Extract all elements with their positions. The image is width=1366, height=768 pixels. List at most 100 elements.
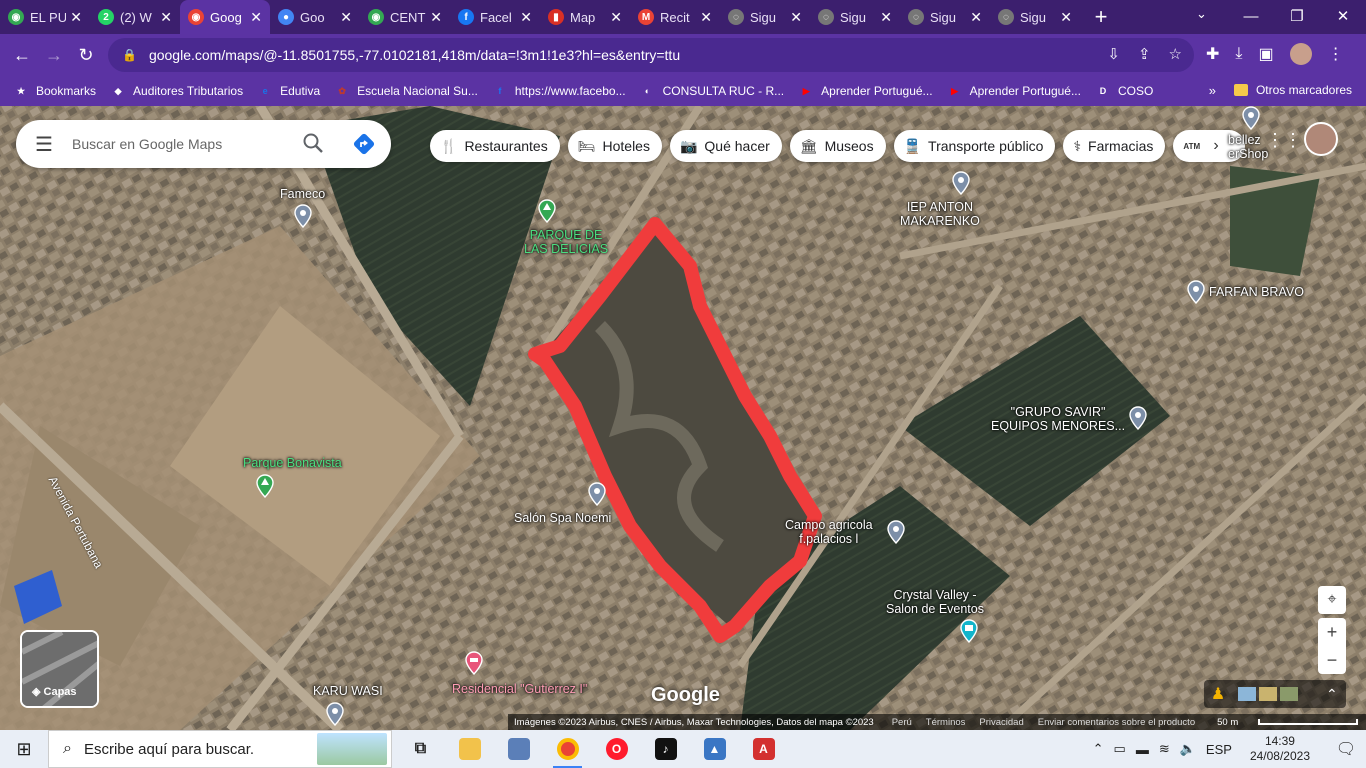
lock-icon[interactable]: 🔒 (122, 48, 137, 62)
tab-close-icon[interactable]: ✕ (70, 9, 82, 26)
bookmark-item[interactable]: ✿ Escuela Nacional Su... (335, 84, 478, 98)
meet-icon[interactable]: ▭ (1114, 741, 1126, 757)
place-pin-icon[interactable] (887, 520, 905, 544)
back-icon[interactable]: ← (6, 45, 38, 66)
battery-icon[interactable]: ▬ (1136, 742, 1149, 757)
place-pin-icon[interactable] (294, 204, 312, 228)
browser-tab[interactable]: ◌ Sigu ✕ (900, 0, 990, 34)
category-chip[interactable]: 🍴 Restaurantes (430, 130, 560, 162)
place-pin-icon[interactable] (1242, 106, 1260, 130)
imagery-thumb[interactable] (1259, 687, 1277, 701)
footer-link-terms[interactable]: Términos (926, 717, 966, 728)
tab-close-icon[interactable]: ✕ (250, 9, 262, 26)
directions-icon[interactable] (352, 132, 376, 156)
map-canvas[interactable]: ☰ 🍴 Restaurantes 🛏 Hoteles 📷 Qué hacer 🏛 Museos… (0, 106, 1366, 730)
browser-tab[interactable]: ◉ EL PU ✕ (0, 0, 90, 34)
bookmark-item[interactable]: D COSO (1096, 84, 1154, 98)
bookmark-star-icon[interactable]: ☆ (1169, 45, 1182, 63)
google-apps-icon[interactable]: ⋮⋮ (1266, 130, 1302, 151)
browser-tab[interactable]: ◌ Sigu ✕ (810, 0, 900, 34)
volume-icon[interactable]: 🔈 (1180, 741, 1196, 757)
address-bar[interactable]: 🔒 google.com/maps/@-11.8501755,-77.01021… (108, 38, 1194, 72)
event-venue-pin-icon[interactable] (960, 619, 978, 643)
maps-search-input[interactable] (72, 136, 292, 152)
bookmark-item[interactable]: ▶ Aprender Portugué... (948, 84, 1081, 98)
park-pin-icon[interactable] (256, 474, 274, 498)
place-pin-icon[interactable] (952, 171, 970, 195)
search-icon[interactable] (302, 132, 324, 154)
place-label[interactable]: KARU WASI (313, 684, 383, 698)
place-label[interactable]: IEP ANTON MAKARENKO (900, 200, 980, 228)
tab-close-icon[interactable]: ✕ (1060, 9, 1072, 26)
tab-close-icon[interactable]: ✕ (790, 9, 802, 26)
browser-tab[interactable]: ◉ Goog ✕ (180, 0, 270, 34)
wifi-icon[interactable]: ≋ (1159, 741, 1170, 757)
browser-tab[interactable]: ◌ Sigu ✕ (990, 0, 1080, 34)
share-icon[interactable]: ⇪ (1138, 45, 1151, 63)
tab-close-icon[interactable]: ✕ (880, 9, 892, 26)
category-chip[interactable]: ⚕ Farmacias (1063, 130, 1166, 162)
layers-button[interactable]: ◈ Capas (20, 630, 99, 708)
browser-tab[interactable]: ● Goo ✕ (270, 0, 360, 34)
category-chip[interactable]: 🚆 Transporte público (893, 130, 1056, 162)
tab-close-icon[interactable]: ✕ (520, 9, 532, 26)
bookmarks-overflow-icon[interactable]: » (1209, 83, 1216, 98)
restore-icon[interactable]: ❐ (1274, 0, 1320, 34)
tab-search-icon[interactable]: ⌄ (1196, 6, 1207, 22)
place-label[interactable]: bellez erShop (1228, 133, 1268, 161)
tray-chevron-icon[interactable]: ⌃ (1093, 741, 1104, 757)
park-pin-icon[interactable] (538, 199, 556, 223)
profile-avatar[interactable] (1289, 43, 1312, 65)
menu-kebab-icon[interactable]: ⋮ (1328, 44, 1344, 64)
chrome-icon[interactable] (543, 730, 592, 768)
side-panel-icon[interactable]: ▣ (1258, 44, 1273, 64)
lodging-pin-icon[interactable] (465, 651, 483, 675)
place-pin-icon[interactable] (588, 482, 606, 506)
minimize-icon[interactable]: — (1228, 0, 1274, 34)
place-label[interactable]: FARFAN BRAVO (1209, 285, 1304, 299)
place-pin-icon[interactable] (326, 702, 344, 726)
place-label[interactable]: Fameco (280, 187, 325, 201)
place-pin-icon[interactable] (1187, 280, 1205, 304)
hamburger-menu-icon[interactable]: ☰ (16, 132, 72, 157)
install-icon[interactable]: ⇩ (1107, 45, 1120, 63)
tab-close-icon[interactable]: ✕ (700, 9, 712, 26)
my-location-icon[interactable]: ⌖ (1318, 586, 1346, 614)
tab-close-icon[interactable]: ✕ (610, 9, 622, 26)
notification-icon[interactable]: 🗨 (1326, 739, 1366, 759)
footer-link-feedback[interactable]: Enviar comentarios sobre el producto (1038, 717, 1195, 728)
tiktok-icon[interactable]: ♪ (641, 730, 690, 768)
task-view-icon[interactable]: ⧉ (396, 730, 445, 768)
account-avatar[interactable] (1304, 122, 1338, 156)
footer-link-privacy[interactable]: Privacidad (979, 717, 1023, 728)
new-tab-button[interactable]: + (1086, 4, 1116, 30)
category-chip[interactable]: 📷 Qué hacer (669, 130, 782, 162)
tab-close-icon[interactable]: ✕ (430, 9, 442, 26)
file-explorer-icon[interactable] (445, 730, 494, 768)
footer-link-country[interactable]: Perú (892, 717, 912, 728)
place-label[interactable]: Salón Spa Noemi (514, 511, 611, 525)
pdf-reader-icon[interactable]: A (739, 730, 788, 768)
language-indicator[interactable]: ESP (1206, 742, 1232, 757)
download-icon[interactable]: ⤓ (1235, 45, 1242, 63)
browser-tab[interactable]: f Facel ✕ (450, 0, 540, 34)
close-window-icon[interactable]: ✕ (1320, 0, 1366, 34)
reload-icon[interactable]: ↻ (70, 45, 102, 66)
document-app-icon[interactable] (494, 730, 543, 768)
tab-close-icon[interactable]: ✕ (340, 9, 352, 26)
taskbar-search[interactable]: ⌕ Escribe aquí para buscar. (48, 730, 392, 768)
bookmark-item[interactable]: ★ Bookmarks (14, 84, 96, 98)
photos-icon[interactable]: ▲ (690, 730, 739, 768)
imagery-thumb[interactable] (1280, 687, 1298, 701)
other-bookmarks[interactable]: Otros marcadores (1233, 83, 1352, 97)
browser-tab[interactable]: 2 (2) W ✕ (90, 0, 180, 34)
scale-bar[interactable]: 50 m (1217, 717, 1359, 728)
place-label[interactable]: Crystal Valley - Salon de Eventos (886, 588, 984, 616)
opera-icon[interactable]: O (592, 730, 641, 768)
bookmark-item[interactable]: f https://www.facebo... (493, 84, 625, 98)
extensions-icon[interactable]: ✚ (1206, 44, 1219, 64)
bookmark-item[interactable]: e Edutiva (258, 84, 321, 98)
forward-icon[interactable]: → (38, 45, 70, 66)
browser-tab[interactable]: ◌ Sigu ✕ (720, 0, 810, 34)
pegman-icon[interactable]: ♟ (1204, 684, 1232, 704)
